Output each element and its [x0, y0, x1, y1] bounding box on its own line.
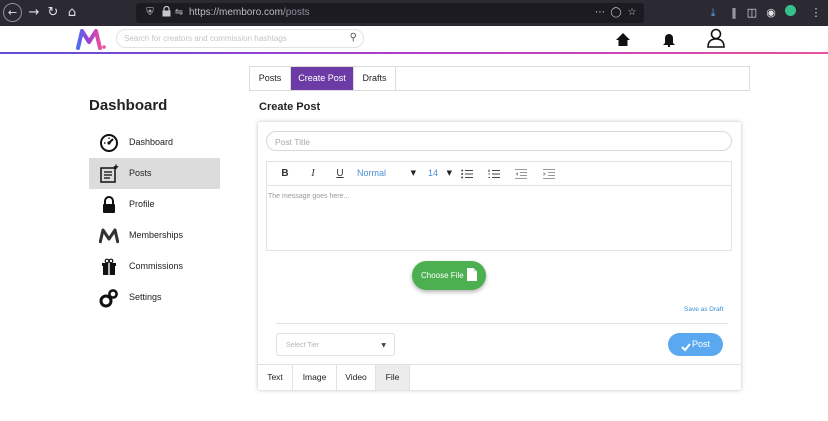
tab-drafts[interactable]: Drafts	[354, 67, 396, 90]
tab-text[interactable]: Text	[258, 365, 293, 390]
url-text[interactable]: https://memboro.com/posts	[189, 7, 310, 18]
shield-icon[interactable]: ⛨	[144, 6, 156, 20]
url-bar[interactable]: ⛨ ⇋ https://memboro.com/posts ⋯ ◯ ☆	[136, 3, 644, 23]
italic-button[interactable]: I	[303, 162, 323, 185]
sidebar-item-dashboard[interactable]: Dashboard	[89, 127, 220, 158]
sidebar-item-label: Dashboard	[129, 137, 174, 147]
text-style-dropdown[interactable]: Normal ▼	[357, 162, 422, 185]
message-textarea[interactable]: The message goes here...	[266, 186, 732, 251]
post-tabs: Posts Create Post Drafts	[249, 66, 750, 91]
sidebar-item-label: Posts	[129, 168, 152, 178]
gift-icon	[99, 257, 119, 277]
caret-down-icon: ▼	[381, 342, 386, 349]
memboro-logo[interactable]	[76, 28, 106, 50]
tier-select[interactable]: Select Tier ▼	[276, 333, 395, 356]
download-icon[interactable]: ⤓	[706, 5, 720, 21]
create-post-heading: Create Post	[259, 101, 321, 113]
posts-icon	[99, 164, 119, 184]
file-icon	[467, 268, 477, 282]
permissions-icon[interactable]: ⇋	[173, 6, 185, 20]
padlock-icon[interactable]	[160, 5, 172, 20]
sidebar-item-posts[interactable]: Posts	[89, 158, 220, 189]
tab-file[interactable]: File	[376, 365, 410, 390]
indent-icon[interactable]	[541, 162, 557, 185]
back-arrow-icon[interactable]: ←	[3, 3, 22, 22]
sidebar-item-commissions[interactable]: Commissions	[89, 251, 220, 282]
bullet-list-icon[interactable]	[459, 162, 475, 185]
extension-icon[interactable]	[783, 5, 797, 21]
header-gradient-line	[0, 52, 828, 54]
divider	[276, 323, 728, 324]
sidebar-item-label: Memberships	[129, 230, 184, 240]
editor-toolbar: B I U Normal ▼ 14 ▼	[266, 161, 732, 186]
tier-placeholder: Select Tier	[286, 342, 320, 349]
font-size-value: 14	[428, 168, 439, 178]
gears-icon	[99, 288, 119, 308]
home-icon[interactable]	[614, 28, 632, 48]
search-bar[interactable]: Search for creators and commission hasht…	[116, 29, 364, 48]
tab-image[interactable]: Image	[293, 365, 337, 390]
browser-toolbar: ← → ↻ ⌂ ⛨ ⇋ https://memboro.com/posts ⋯ …	[0, 0, 828, 26]
caret-down-icon: ▼	[410, 169, 416, 177]
user-icon[interactable]	[705, 28, 727, 48]
save-as-draft-link[interactable]: Save as Draft	[684, 306, 723, 313]
post-title-placeholder: Post Title	[275, 137, 310, 147]
pocket-icon[interactable]: ◯	[610, 6, 622, 20]
post-title-input[interactable]: Post Title	[266, 131, 732, 151]
home-icon[interactable]: ⌂	[63, 4, 81, 22]
outdent-icon[interactable]	[513, 162, 529, 185]
bookmark-star-icon[interactable]: ☆	[626, 6, 638, 20]
speedometer-icon	[99, 133, 119, 153]
bold-button[interactable]: B	[275, 162, 295, 185]
post-button[interactable]: Post	[668, 333, 723, 356]
font-size-dropdown[interactable]: 14 ▼	[428, 162, 454, 185]
search-input[interactable]: Search for creators and commission hasht…	[124, 34, 287, 43]
tab-create-post[interactable]: Create Post	[291, 67, 354, 90]
forward-arrow-icon[interactable]: →	[25, 4, 43, 22]
sidebar-item-label: Profile	[129, 199, 155, 209]
memboro-m-icon	[98, 226, 120, 246]
sidebar-toggle-icon[interactable]: ◫	[745, 5, 759, 21]
sidebar-item-settings[interactable]: Settings	[89, 282, 220, 313]
page-actions-icon[interactable]: ⋯	[594, 6, 606, 20]
underline-button[interactable]: U	[330, 162, 350, 185]
search-icon[interactable]: ⚲	[350, 32, 357, 43]
bell-icon[interactable]	[660, 28, 678, 48]
choose-file-button[interactable]: Choose File	[412, 261, 486, 290]
sidebar-item-profile[interactable]: Profile	[89, 189, 220, 220]
choose-file-label: Choose File	[421, 271, 464, 280]
account-icon[interactable]: ◉	[764, 5, 778, 21]
caret-down-icon: ▼	[446, 169, 452, 177]
library-icon[interactable]: ‖	[727, 5, 741, 21]
reload-icon[interactable]: ↻	[44, 4, 62, 22]
sidebar-item-memberships[interactable]: Memberships	[89, 220, 220, 251]
lock-icon	[99, 195, 119, 215]
post-type-tabs: Text Image Video File	[258, 364, 741, 390]
post-label: Post	[692, 339, 711, 349]
text-style-value: Normal	[357, 168, 387, 178]
sidebar-item-label: Commissions	[129, 261, 184, 271]
dashboard-heading: Dashboard	[89, 97, 168, 114]
tab-video[interactable]: Video	[337, 365, 376, 390]
numbered-list-icon[interactable]	[486, 162, 502, 185]
tab-posts[interactable]: Posts	[250, 67, 291, 90]
sidebar-item-label: Settings	[129, 292, 162, 302]
check-icon	[681, 339, 691, 352]
menu-icon[interactable]: ⋮	[809, 5, 823, 21]
message-placeholder: The message goes here...	[268, 193, 350, 200]
